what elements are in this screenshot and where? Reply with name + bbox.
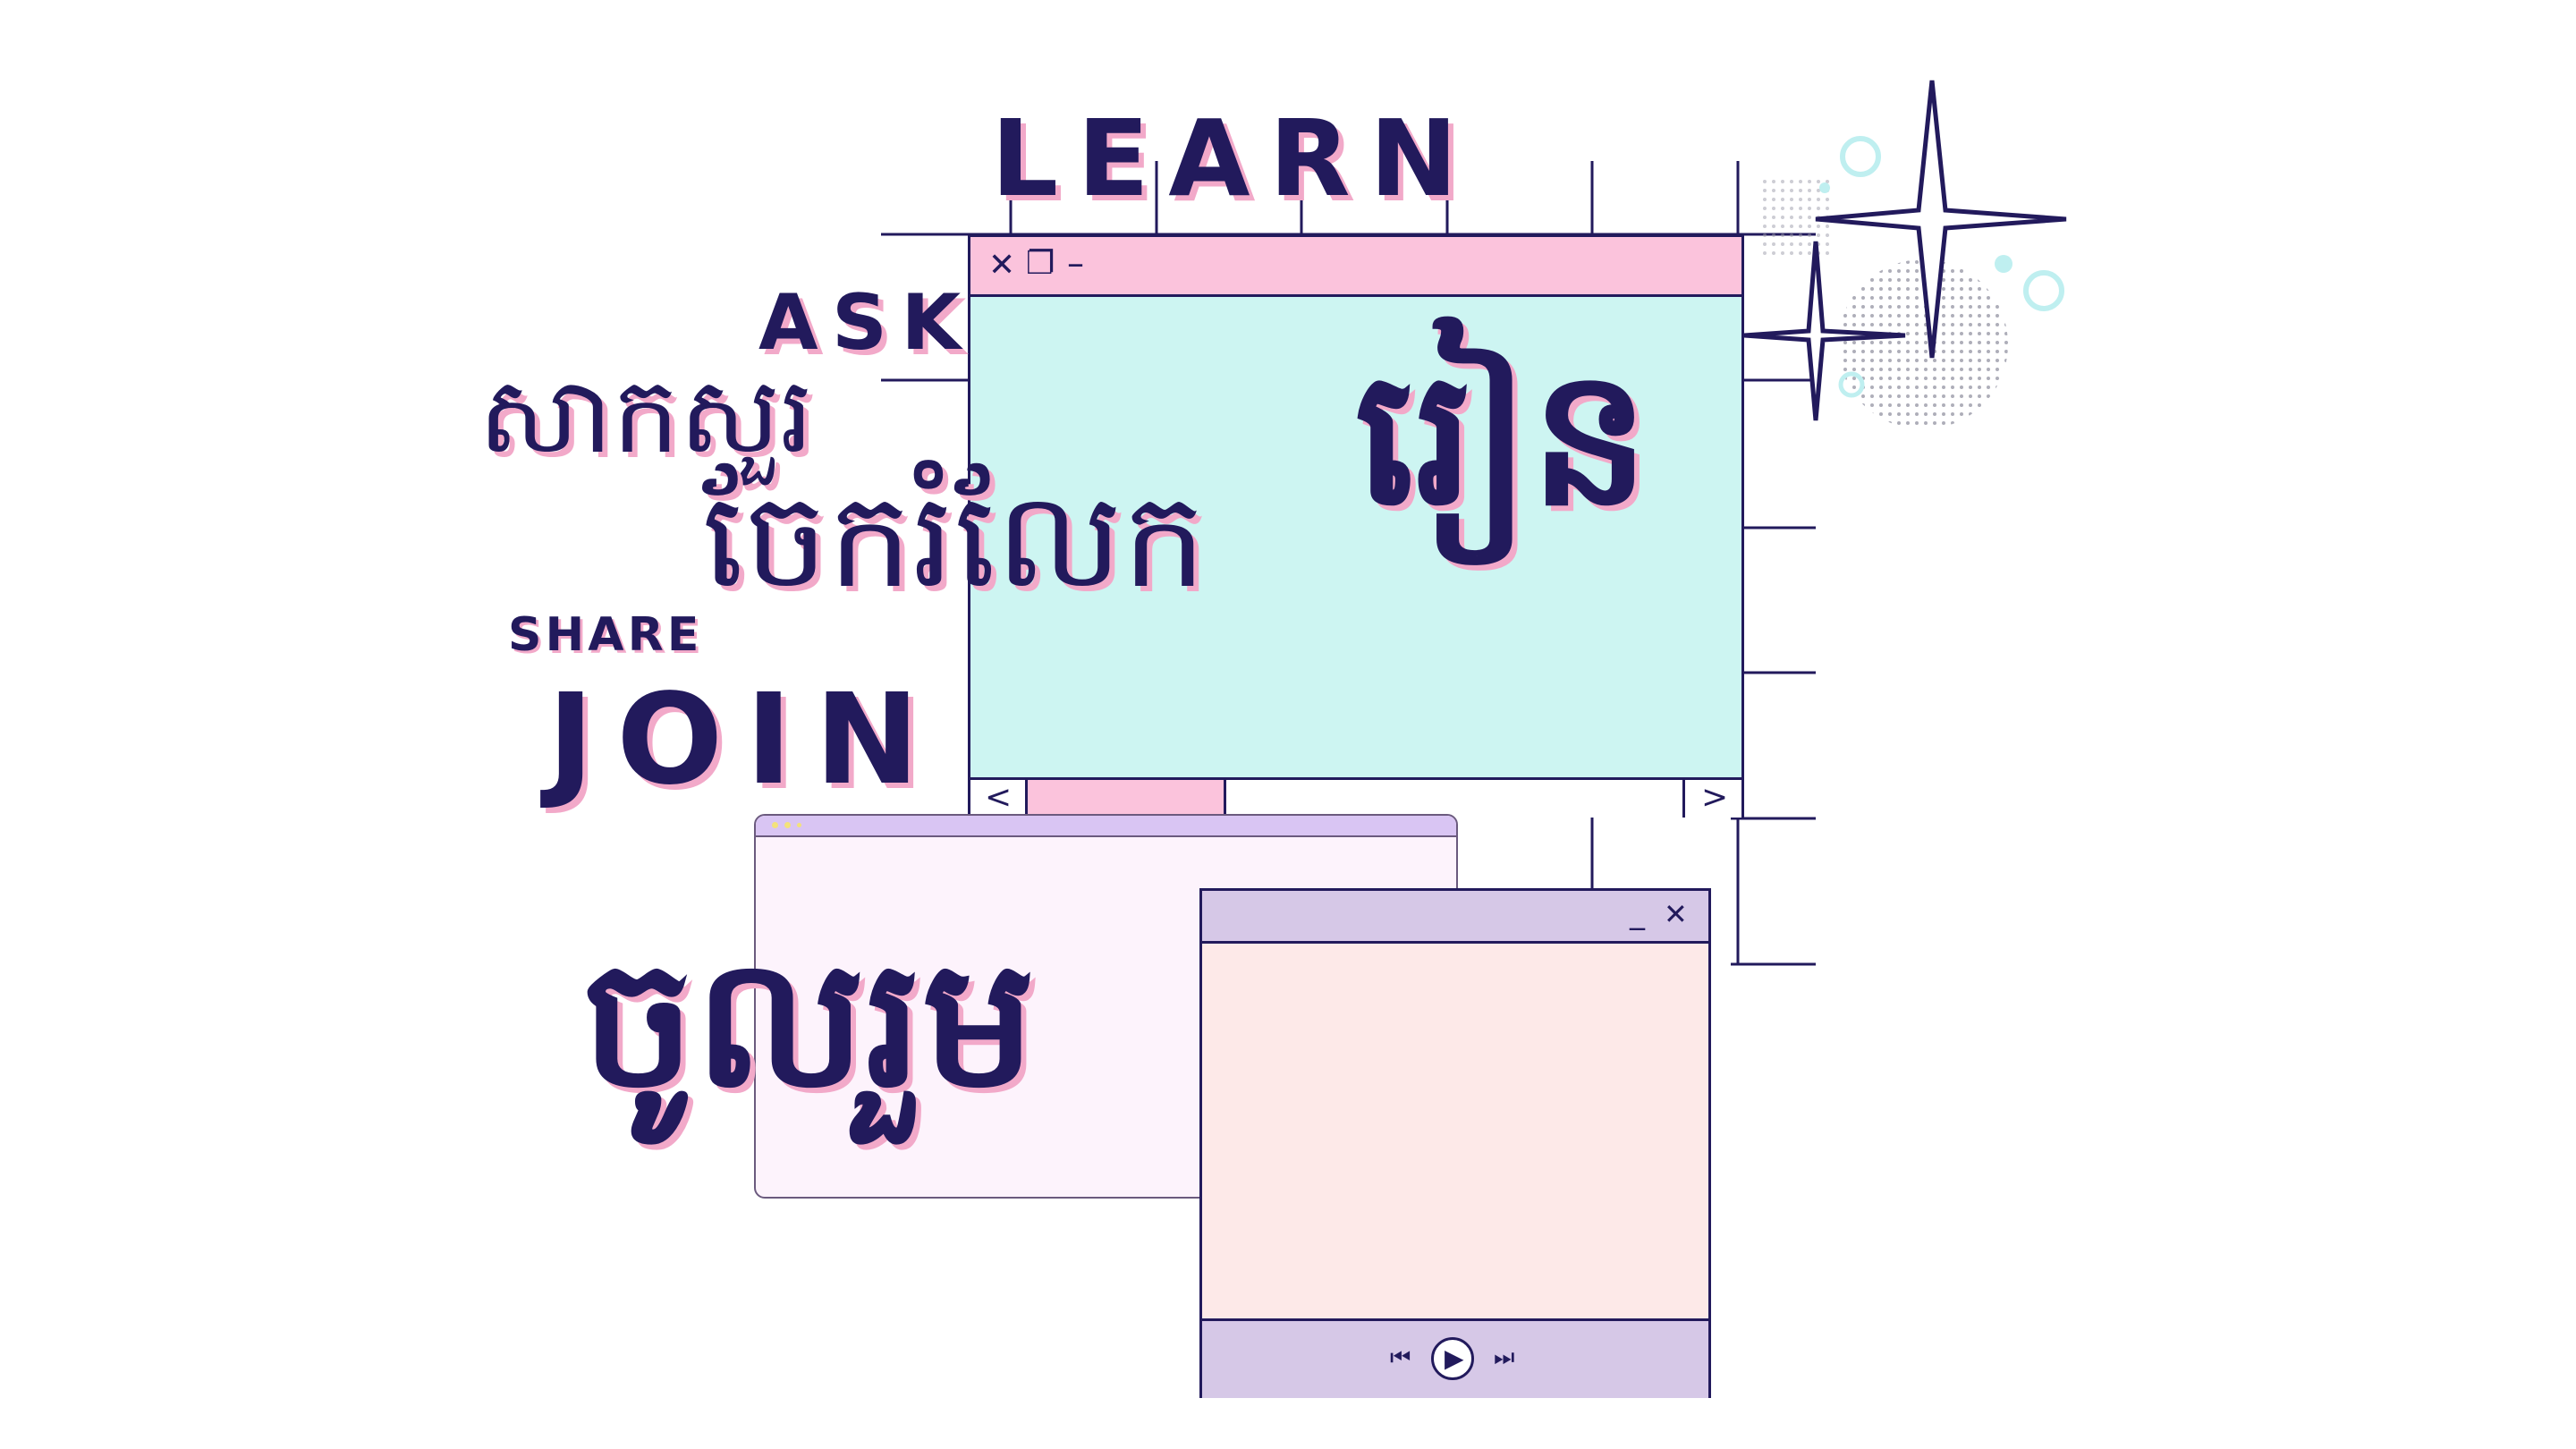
- media-player-controls: ⏮ ▶ ⏭: [1202, 1318, 1708, 1398]
- circle-icon: [1840, 136, 1881, 177]
- word-km-join: ចូលរួម: [581, 919, 1036, 1128]
- scroll-right-button[interactable]: >: [1682, 780, 1741, 818]
- scroll-left-button[interactable]: <: [970, 780, 1028, 818]
- skip-previous-icon[interactable]: ⏮: [1390, 1346, 1411, 1369]
- media-player-window: _ ✕ ⏮ ▶ ⏭: [1199, 888, 1711, 1398]
- skip-next-icon[interactable]: ⏭: [1494, 1346, 1514, 1369]
- play-button[interactable]: ▶: [1431, 1337, 1474, 1380]
- sparkle-decoration: [1743, 80, 2067, 429]
- word-learn: LEARN: [991, 97, 1477, 220]
- horizontal-scrollbar[interactable]: < >: [970, 777, 1741, 818]
- word-km-share: ចែករំលែក: [702, 463, 1207, 617]
- close-icon[interactable]: ✕: [1664, 900, 1688, 928]
- restore-icon[interactable]: ❐: [1026, 248, 1055, 280]
- word-km-ask: សាកសួរ: [479, 353, 814, 477]
- circle-icon: [2023, 270, 2064, 311]
- circle-icon: [1819, 182, 1830, 193]
- minimize-icon[interactable]: –: [1067, 246, 1084, 280]
- close-icon[interactable]: ✕: [988, 250, 1015, 282]
- word-join: JOIN: [547, 667, 943, 813]
- media-player-titlebar: _ ✕: [1202, 891, 1708, 944]
- chevron-left-icon: <: [985, 779, 1013, 816]
- scrollbar-thumb[interactable]: [1028, 780, 1226, 818]
- play-icon: ▶: [1445, 1343, 1464, 1373]
- chevron-right-icon: >: [1701, 779, 1729, 816]
- word-share: SHARE: [508, 608, 703, 662]
- minimize-icon[interactable]: _: [1630, 898, 1645, 928]
- word-ask: ASK: [758, 278, 975, 368]
- window-dot-icon: [784, 822, 791, 828]
- secondary-window-titlebar: [756, 816, 1456, 837]
- circle-icon: [1995, 255, 2012, 273]
- window-dot-icon: [772, 822, 778, 828]
- word-km-learn: រៀន: [1355, 328, 1650, 547]
- window-dot-icon: [797, 823, 801, 827]
- main-window-titlebar: ✕ ❐ –: [970, 237, 1741, 297]
